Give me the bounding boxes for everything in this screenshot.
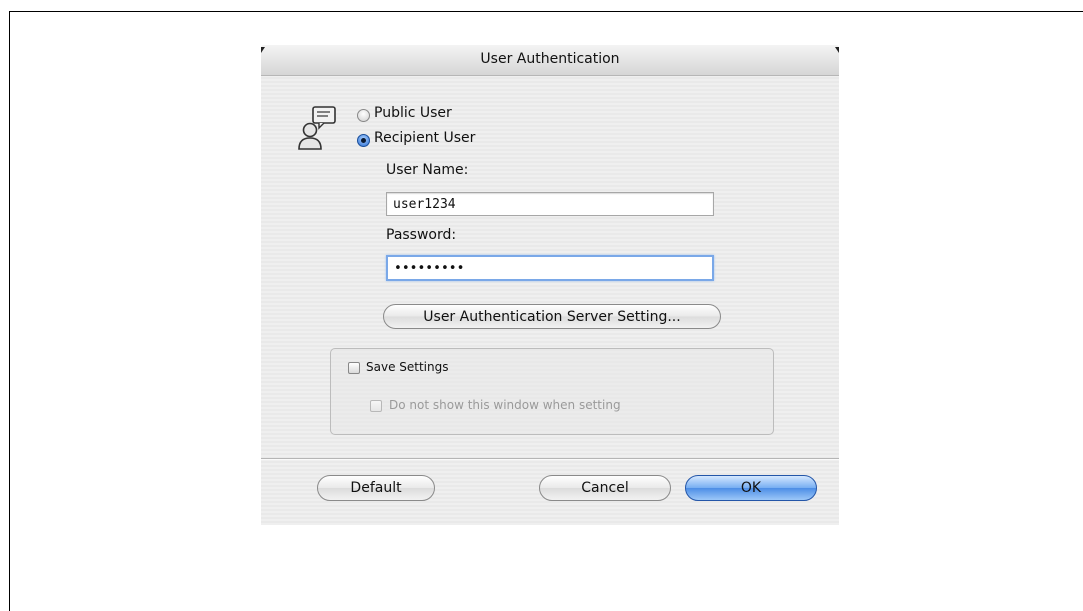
cancel-button[interactable]: Cancel <box>539 475 671 501</box>
do-not-show-window-checkbox <box>370 400 382 412</box>
button-separator <box>261 458 839 460</box>
user-authentication-server-setting-button[interactable]: User Authentication Server Setting... <box>383 304 721 329</box>
recipient-user-radio[interactable] <box>357 134 370 147</box>
password-label: Password: <box>386 227 457 243</box>
dialog-title: User Authentication <box>480 51 620 67</box>
public-user-radio[interactable] <box>357 109 370 122</box>
recipient-user-label[interactable]: Recipient User <box>374 130 475 146</box>
save-settings-group: Save Settings Do not show this window wh… <box>330 348 774 435</box>
public-user-label[interactable]: Public User <box>374 105 452 121</box>
default-button[interactable]: Default <box>317 475 435 501</box>
user-name-label: User Name: <box>386 162 469 178</box>
save-settings-label[interactable]: Save Settings <box>366 360 449 374</box>
user-authentication-dialog: User Authentication Public User Recipien… <box>261 45 839 525</box>
do-not-show-window-label: Do not show this window when setting <box>389 398 621 412</box>
user-authentication-icon <box>297 105 339 153</box>
ok-button[interactable]: OK <box>685 475 817 501</box>
save-settings-checkbox[interactable] <box>348 362 360 374</box>
user-name-input[interactable] <box>386 192 714 216</box>
password-input[interactable] <box>386 255 714 281</box>
dialog-titlebar[interactable]: User Authentication <box>261 45 839 76</box>
